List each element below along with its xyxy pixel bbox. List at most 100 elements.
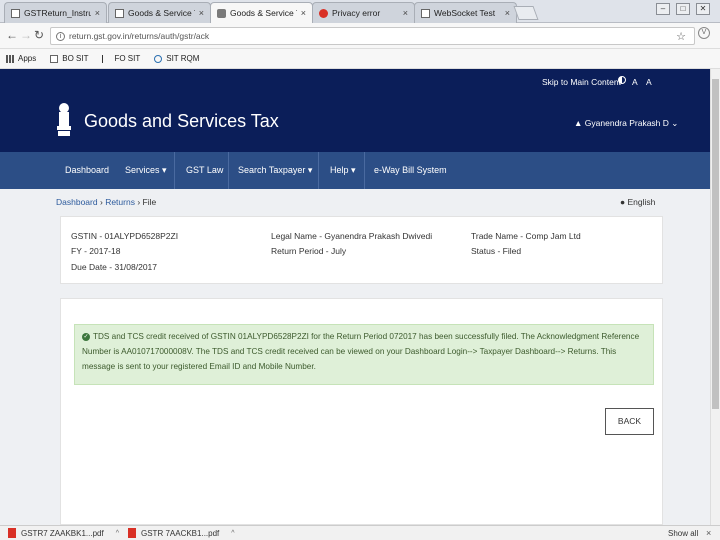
nav-eway-bill[interactable]: e-Way Bill System [364, 152, 457, 189]
bookmark-label: FO SIT [114, 54, 141, 63]
alert-line: Number is AA010717000008V. The TDS and T… [82, 347, 617, 356]
tab-label: Privacy error [332, 8, 381, 18]
info-icon[interactable]: i [56, 31, 65, 41]
financial-year: FY - 2017-18 [71, 246, 121, 256]
main-nav: Dashboard Services ▾ GST Law Search Taxp… [0, 152, 720, 189]
tab-label: WebSocket Test [434, 8, 496, 18]
bookmark-label: Apps [18, 54, 37, 63]
chevron-up-icon[interactable]: ^ [231, 530, 234, 537]
font-size-large-button[interactable]: A [646, 77, 652, 87]
show-all-downloads[interactable]: Show all [668, 529, 698, 538]
window-close-button[interactable]: ✕ [696, 3, 710, 15]
site-header: Goods and Services Tax ▲ Gyanendra Praka… [0, 94, 720, 152]
skip-to-main-link[interactable]: Skip to Main Content [542, 77, 621, 87]
nav-dashboard[interactable]: Dashboard [55, 152, 119, 189]
bookmark-label: BO SIT [62, 54, 89, 63]
success-alert: ✓ TDS and TCS credit received of GSTIN 01… [74, 324, 654, 385]
flag-icon [102, 54, 110, 63]
browser-tab[interactable]: GSTReturn_Instruction - Ag × [4, 2, 107, 23]
user-icon: ▲ [574, 118, 583, 128]
close-icon[interactable]: × [706, 528, 711, 538]
bookmark-label: SIT RQM [166, 54, 200, 63]
gst-icon [217, 8, 226, 18]
language-selector[interactable]: ● English [620, 197, 655, 207]
download-filename: GSTR 7AACKB1...pdf [141, 528, 220, 538]
accessibility-strip: Skip to Main Content A A [0, 69, 720, 94]
nav-gst-law[interactable]: GST Law [176, 152, 233, 189]
gstin: GSTIN - 01ALYPD6528P2ZI [71, 231, 179, 241]
legal-name: Legal Name - Gyanendra Prakash Dwivedi [271, 231, 433, 241]
contrast-icon[interactable] [618, 76, 626, 84]
url-text: return.gst.gov.in/returns/auth/gstr/ack [69, 31, 210, 41]
doc-icon [11, 8, 20, 18]
tab-label: GSTReturn_Instruction - Ag [24, 8, 91, 18]
trade-name: Trade Name - Comp Jam Ltd [471, 231, 581, 241]
forward-arrow-icon[interactable]: → [20, 29, 32, 41]
tab-label: Goods & Service Tax (GS [230, 8, 297, 18]
breadcrumb-separator: › [137, 197, 141, 207]
doc-icon [421, 8, 430, 18]
check-circle-icon: ✓ [82, 332, 90, 341]
nav-divider [318, 152, 319, 189]
site-title: Goods and Services Tax [84, 111, 279, 131]
address-bar[interactable]: i return.gst.gov.in/returns/auth/gstr/ac… [50, 27, 695, 45]
browser-tab[interactable]: WebSocket Test × [414, 2, 517, 23]
close-icon[interactable]: × [199, 8, 204, 18]
close-icon[interactable]: × [403, 8, 408, 18]
minimize-button[interactable]: – [656, 3, 670, 15]
nav-services[interactable]: Services ▾ [115, 152, 177, 189]
download-item[interactable]: GSTR7 ZAAKBK1...pdf ^ [8, 528, 119, 538]
pdf-icon [8, 528, 16, 538]
doc-icon [115, 8, 124, 18]
nav-help[interactable]: Help ▾ [320, 152, 366, 189]
breadcrumb-current: File [142, 197, 157, 207]
browser-tab[interactable]: Goods & Service Tax (GS × [108, 2, 211, 23]
status: Status - Filed [471, 246, 522, 256]
back-arrow-icon[interactable]: ← [6, 29, 18, 41]
alert-line: message is sent to your registered Email… [82, 362, 316, 371]
page-icon [50, 54, 59, 63]
bookmarks-bar: Apps BO SIT FO SIT SIT RQM [0, 49, 720, 69]
warning-icon [319, 8, 328, 18]
breadcrumb-dashboard[interactable]: Dashboard [56, 197, 98, 207]
alert-line: ✓ TDS and TCS credit received of GSTIN 01… [82, 329, 646, 344]
font-size-small-button[interactable]: A [632, 77, 638, 87]
return-details-card: GSTIN - 01ALYPD6528P2ZI FY - 2017-18 Due… [60, 216, 663, 284]
nav-search-taxpayer[interactable]: Search Taxpayer ▾ [228, 152, 322, 189]
apps-grid-icon [6, 54, 14, 63]
reload-icon[interactable]: ↻ [34, 29, 44, 41]
breadcrumb-returns[interactable]: Returns [105, 197, 135, 207]
due-date: Due Date - 31/08/2017 [71, 262, 158, 272]
user-name: Gyanendra Prakash D [584, 118, 669, 128]
address-row: ← → ↻ i return.gst.gov.in/returns/auth/g… [0, 23, 720, 49]
download-filename: GSTR7 ZAAKBK1...pdf [21, 528, 104, 538]
close-icon[interactable]: × [505, 8, 510, 18]
bookmark-fo-sit[interactable]: FO SIT [102, 54, 140, 63]
browser-tab-active[interactable]: Goods & Service Tax (GS × [210, 2, 313, 23]
return-period: Return Period - July [271, 246, 347, 256]
scrollbar-thumb[interactable] [712, 79, 719, 409]
browser-tab[interactable]: Privacy error × [312, 2, 415, 23]
chevron-down-icon: ⌄ [671, 118, 679, 128]
download-shelf: GSTR7 ZAAKBK1...pdf ^ GSTR 7AACKB1...pdf… [0, 525, 720, 540]
maximize-button[interactable]: □ [676, 3, 690, 15]
extension-icon[interactable]: V [698, 27, 710, 39]
download-item[interactable]: GSTR 7AACKB1...pdf ^ [128, 528, 235, 538]
page-scrollbar[interactable] [710, 69, 720, 525]
close-icon[interactable]: × [301, 8, 306, 18]
globe-icon [154, 54, 163, 63]
nav-divider [174, 152, 175, 189]
breadcrumb: Dashboard › Returns › File [56, 197, 156, 207]
chevron-up-icon[interactable]: ^ [116, 530, 119, 537]
star-icon[interactable]: ☆ [676, 30, 686, 43]
browser-tab-strip: GSTReturn_Instruction - Ag × Goods & Ser… [0, 0, 720, 23]
bookmark-sit-rqm[interactable]: SIT RQM [154, 54, 199, 63]
close-icon[interactable]: × [95, 8, 100, 18]
back-button[interactable]: BACK [605, 408, 654, 435]
pdf-icon [128, 528, 136, 538]
globe-icon: ● [620, 197, 626, 207]
user-menu[interactable]: ▲ Gyanendra Prakash D ⌄ [574, 118, 678, 129]
new-tab-button[interactable] [513, 6, 539, 20]
bookmark-bo-sit[interactable]: BO SIT [50, 54, 88, 63]
bookmark-apps[interactable]: Apps [6, 54, 36, 63]
